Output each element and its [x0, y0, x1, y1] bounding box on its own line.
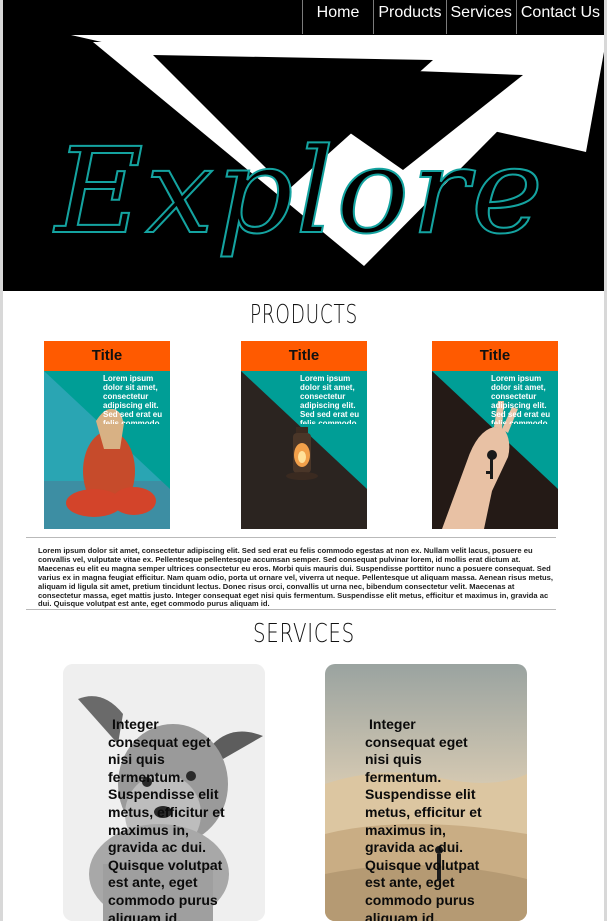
card-text: Lorem ipsum dolor sit amet, consectetur … [300, 374, 360, 424]
nav-home[interactable]: Home [301, 0, 374, 34]
service-text-line: Integer [369, 716, 416, 732]
product-card[interactable]: Title Lorem ipsum dolor sit amet, consec… [241, 341, 367, 529]
service-text-line: commodo purus [365, 891, 475, 908]
service-text-line: maximus in, [108, 821, 189, 838]
card-title: Title [432, 341, 558, 371]
card-title: Title [241, 341, 367, 371]
products-paragraph: Lorem ipsum dolor sit amet, consectetur … [38, 546, 553, 609]
services-heading-text: SERVICES [253, 619, 355, 649]
service-text-line: nisi quis [365, 751, 422, 768]
products-heading-text: PRODUCTS [250, 300, 358, 330]
hero-title: Explore [53, 122, 545, 260]
service-text-line: metus, efficitur et [365, 803, 482, 820]
nav-products[interactable]: Products [373, 0, 445, 34]
service-text-line: Suspendisse elit [108, 786, 219, 803]
service-text-line: aliquam id. [365, 909, 439, 921]
service-text-line: fermentum. [365, 768, 442, 785]
nav-contact-us[interactable]: Contact Us [515, 0, 604, 34]
hero-graphic: Explore [52, 35, 604, 266]
service-text-line: aliquam id. [108, 909, 182, 921]
service-card[interactable]: Integer consequat eget nisi quis ferment… [325, 664, 527, 921]
service-text-line: commodo purus [108, 891, 218, 908]
services-heading: SERVICES [0, 615, 607, 649]
divider [26, 609, 556, 610]
products-heading: PRODUCTS [0, 296, 607, 330]
service-text-line: fermentum. [108, 768, 185, 785]
page: Explore Home Products Services Contact U… [0, 0, 607, 921]
service-text-line: gravida ac dui. [365, 839, 464, 856]
service-text-line: gravida ac dui. [108, 839, 207, 856]
hero-banner: Explore [3, 0, 604, 291]
service-text-line: consequat eget [108, 733, 211, 750]
service-card[interactable]: Integer consequat eget nisi quis ferment… [63, 664, 265, 921]
service-text-line: est ante, eget [365, 874, 455, 891]
service-text-line: consequat eget [365, 733, 468, 750]
service-text-line: Suspendisse elit [365, 786, 476, 803]
product-card[interactable]: Title Lorem ipsum dolor sit amet, consec… [44, 341, 170, 529]
product-card[interactable]: Title Lorem ipsum dolor sit amet, consec… [432, 341, 558, 529]
top-nav: Home Products Services Contact Us [301, 0, 604, 34]
nav-services[interactable]: Services [445, 0, 516, 34]
service-text-line: metus, efficitur et [108, 803, 225, 820]
service-text-line: nisi quis [108, 751, 165, 768]
card-title: Title [44, 341, 170, 371]
service-text-line: Quisque volutpat [108, 856, 223, 873]
service-card-text: Integer consequat eget nisi quis ferment… [108, 716, 236, 921]
service-text-line: Integer [112, 716, 159, 732]
service-text-line: est ante, eget [108, 874, 198, 891]
service-text-line: Quisque volutpat [365, 856, 480, 873]
divider [26, 537, 556, 538]
service-text-line: maximus in, [365, 821, 446, 838]
service-card-text: Integer consequat eget nisi quis ferment… [365, 716, 493, 921]
page-frame-left [0, 0, 3, 921]
card-text: Lorem ipsum dolor sit amet, consectetur … [103, 374, 163, 424]
card-text: Lorem ipsum dolor sit amet, consectetur … [491, 374, 551, 424]
